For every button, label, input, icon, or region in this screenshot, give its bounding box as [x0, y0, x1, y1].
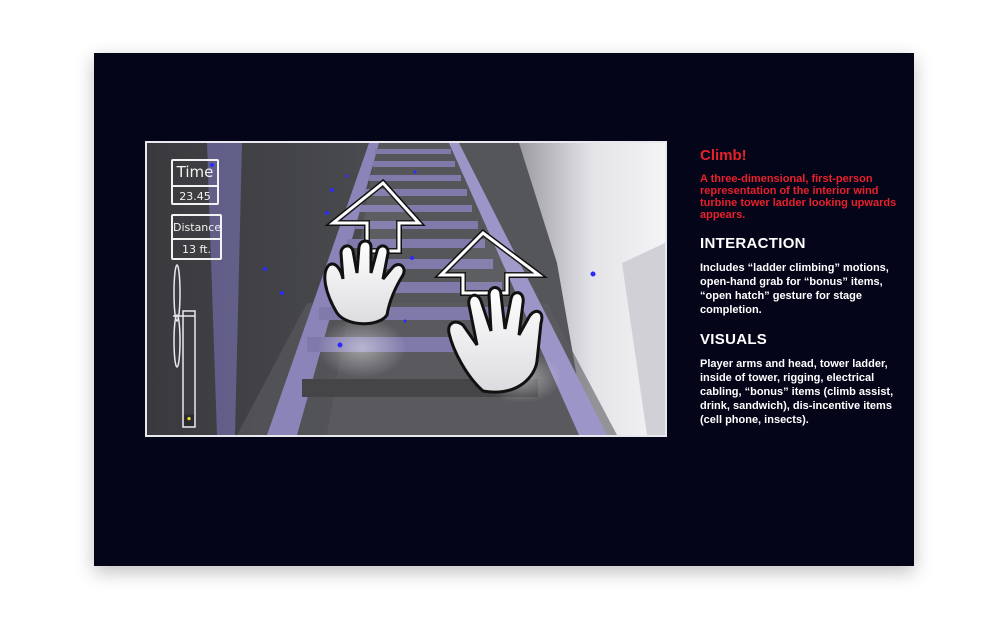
distance-value: 13 ft. — [173, 238, 220, 256]
game-viewport[interactable]: Time 23.45 Distance 13 ft. — [145, 141, 667, 437]
interaction-heading: INTERACTION — [700, 235, 806, 252]
visuals-heading: VISUALS — [700, 331, 768, 348]
interaction-text: Includes “ladder climbing” motions, open… — [700, 262, 889, 316]
distance-display: Distance 13 ft. — [171, 214, 222, 260]
distance-label: Distance — [173, 221, 222, 234]
time-value: 23.45 — [173, 185, 217, 203]
time-label: Time — [176, 163, 214, 181]
section-title: Climb! — [700, 147, 747, 164]
time-display: Time 23.45 — [171, 159, 219, 205]
slide: Time 23.45 Distance 13 ft. Climb! A thre… — [94, 53, 914, 566]
description-panel: Climb! A three-dimensional, first-person… — [700, 147, 900, 441]
intro-text: A three-dimensional, first-person repres… — [700, 173, 897, 221]
visuals-text: Player arms and head, tower ladder, insi… — [700, 358, 894, 426]
ladder-scene — [147, 143, 665, 435]
